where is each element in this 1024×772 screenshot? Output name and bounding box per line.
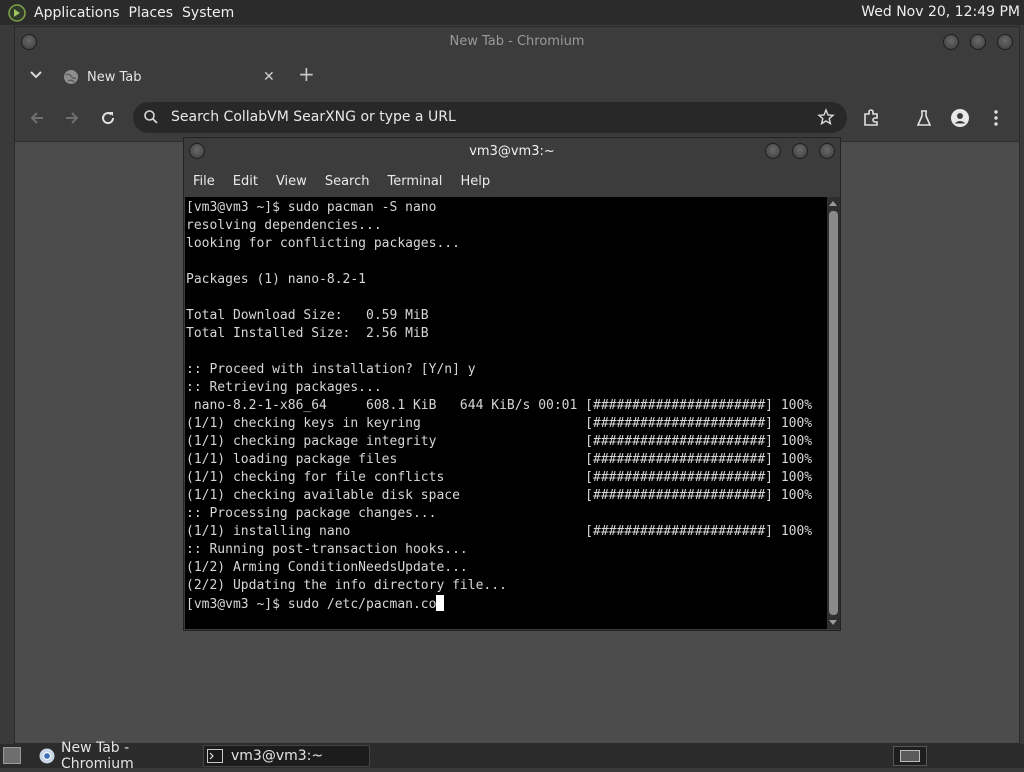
terminal-cursor [436,595,445,611]
forward-arrow-icon[interactable] [62,108,82,128]
terminal-line: (1/1) loading package files [###########… [186,452,813,467]
terminal-line: Total Installed Size: 2.56 MiB [186,326,429,341]
taskbar-item-terminal[interactable]: vm3@vm3:~ [203,745,370,767]
taskbar-item-label: vm3@vm3:~ [231,748,324,764]
scrollbar-thumb[interactable] [829,211,838,615]
terminal-line: :: Proceed with installation? [Y/n] y [186,362,476,377]
omnibox-placeholder[interactable]: Search CollabVM SearXNG or type a URL [171,109,456,125]
extensions-icon[interactable] [861,108,881,128]
clock[interactable]: Wed Nov 20, 12:49 PM [861,4,1020,20]
minimize-button[interactable] [943,34,959,50]
star-icon[interactable] [817,108,835,130]
menu-terminal[interactable]: Terminal [378,170,451,194]
kebab-menu-icon[interactable] [986,108,1006,128]
system-menu[interactable]: System [182,5,234,21]
terminal-titlebar[interactable]: vm3@vm3:~ [184,138,840,167]
terminal-window-title: vm3@vm3:~ [469,144,555,159]
places-menu[interactable]: Places [129,5,174,21]
applications-menu[interactable]: Applications [34,5,120,21]
close-window-button[interactable] [819,143,835,159]
terminal-screen[interactable]: [vm3@vm3 ~]$ sudo pacman -S nano resolvi… [185,197,827,629]
chromium-icon [39,748,55,764]
workspace-switcher[interactable] [893,746,927,766]
terminal-line: Total Download Size: 0.59 MiB [186,308,429,323]
scroll-up-arrow-icon[interactable] [829,201,837,206]
minimize-button[interactable] [765,143,781,159]
tab-new-tab[interactable]: New Tab ✕ [55,61,287,95]
terminal-output: [vm3@vm3 ~]$ sudo pacman -S nano resolvi… [185,197,827,614]
menu-file[interactable]: File [184,170,224,194]
terminal-line: (1/1) checking available disk space [###… [186,488,813,503]
taskbar-item-chromium[interactable]: New Tab - Chromium [36,740,200,772]
terminal-line: :: Processing package changes... [186,506,437,521]
workspace-1[interactable] [900,750,920,762]
terminal-line: (1/1) checking for file conflicts [#####… [186,470,813,485]
terminal-line: (1/1) installing nano [#################… [186,524,813,539]
taskbar-item-label: New Tab - Chromium [61,740,134,772]
terminal-line: resolving dependencies... [186,218,382,233]
globe-icon [63,69,79,89]
omnibox[interactable]: Search CollabVM SearXNG or type a URL [133,102,847,133]
terminal-line: [vm3@vm3 ~]$ sudo pacman -S nano [186,200,437,215]
search-icon [143,109,159,129]
terminal-line: :: Running post-transaction hooks... [186,542,468,557]
maximize-button[interactable] [970,34,986,50]
close-window-button[interactable] [997,34,1013,50]
tab-title: New Tab [87,70,142,85]
close-icon[interactable]: ✕ [263,69,275,85]
menu-help[interactable]: Help [451,170,499,194]
terminal-window: vm3@vm3:~ File Edit View Search Terminal… [183,137,841,631]
new-tab-button[interactable]: + [298,64,315,84]
tab-strip: New Tab ✕ + [15,57,1019,95]
top-panel: Applications Places System Wed Nov 20, 1… [0,0,1024,25]
profile-avatar-icon[interactable] [950,108,970,128]
reload-icon[interactable] [98,108,118,128]
terminal-line: (1/1) checking keys in keyring [########… [186,416,813,431]
terminal-scrollbar[interactable] [827,197,840,629]
browser-toolbar: Search CollabVM SearXNG or type a URL [15,95,1019,142]
distro-logo-icon[interactable] [7,3,27,23]
labs-flask-icon[interactable] [914,108,934,128]
back-arrow-icon[interactable] [27,108,47,128]
terminal-line: :: Retrieving packages... [186,380,382,395]
tab-search-button[interactable] [27,66,45,84]
terminal-line: looking for conflicting packages... [186,236,460,251]
chromium-window-title: New Tab - Chromium [449,34,585,49]
terminal-line: (2/2) Updating the info directory file..… [186,578,507,593]
terminal-line: Packages (1) nano-8.2-1 [186,272,367,287]
terminal-line: nano-8.2-1-x86_64 608.1 KiB 644 KiB/s 00… [186,398,813,413]
terminal-icon [207,749,223,763]
terminal-prompt-line[interactable]: [vm3@vm3 ~]$ sudo /etc/pacman.co [186,597,436,612]
maximize-button[interactable] [792,143,808,159]
menu-edit[interactable]: Edit [224,170,267,194]
terminal-line: (1/1) checking package integrity [######… [186,434,813,449]
terminal-line: (1/2) Arming ConditionNeedsUpdate... [186,560,468,575]
terminal-menubar: File Edit View Search Terminal Help [184,170,840,194]
menu-search[interactable]: Search [316,170,379,194]
chromium-titlebar[interactable]: New Tab - Chromium [15,27,1019,57]
menu-view[interactable]: View [267,170,316,194]
bottom-panel: New Tab - Chromium vm3@vm3:~ [0,740,1024,772]
scroll-down-arrow-icon[interactable] [829,620,837,625]
show-desktop-icon[interactable] [3,747,21,764]
